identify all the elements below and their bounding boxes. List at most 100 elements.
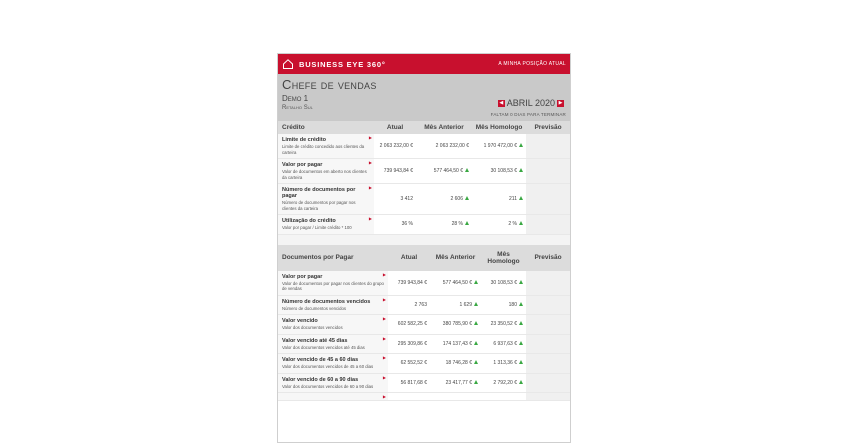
value-mes-anterior: 577 464,50 € — [433, 168, 463, 174]
table-row[interactable]: ▶ Valor vencido até 45 dias Valor dos docu… — [278, 334, 570, 354]
kpi-name: Valor por pagar — [282, 273, 323, 280]
value-mes-homologo: 2 792,20 € — [493, 379, 517, 386]
my-position-link[interactable]: A MINHA POSIÇÃO ATUAL — [498, 61, 566, 67]
value-mes-homologo-cell: 2 % — [472, 214, 526, 235]
trend-up-icon — [519, 379, 523, 384]
kpi-description: Número de documentos vencidos — [282, 305, 347, 311]
trend-up-icon — [465, 168, 469, 172]
kpi-label-cell: ▶ — [278, 392, 388, 401]
trend-up-icon — [474, 321, 478, 326]
table-row[interactable]: ▶ Valor vencido de 60 a 90 dias Valor dos … — [278, 373, 570, 393]
value-previsao — [526, 295, 570, 315]
table-row[interactable]: ▶ Número de documentos por pagar Número de… — [278, 183, 570, 215]
value-atual: 2 063 232,00 € — [374, 134, 416, 159]
table-row[interactable]: ▶ Utilização do crédito Valor por pagar / … — [278, 214, 570, 235]
table-row[interactable]: ▶ Valor vencido Valor dos documentos venci… — [278, 314, 570, 335]
value-atual: 2 763 — [388, 295, 430, 315]
chevron-right-icon[interactable]: ▶ — [557, 99, 564, 107]
trend-up-icon — [474, 360, 478, 365]
kpi-label-cell: ▶ Valor vencido Valor dos documentos venci… — [278, 314, 388, 335]
page-header: Chefe de vendas Demo 1 Retalho Sul ◀ ABR… — [278, 74, 570, 121]
expand-marker-icon[interactable]: ▶ — [369, 185, 372, 190]
table-row[interactable]: ▶ Valor vencido de 45 a 60 dias Valor dos … — [278, 353, 570, 374]
expand-marker-icon[interactable]: ▶ — [383, 316, 386, 321]
value-mes-anterior-cell: 577 464,50 € — [430, 270, 481, 296]
value-mes-anterior-cell: 28 % — [416, 214, 472, 235]
value-previsao — [526, 334, 570, 354]
value-previsao — [526, 214, 570, 235]
value-mes-anterior-cell — [430, 392, 481, 401]
value-mes-homologo-cell: 23 350,52 € — [481, 314, 526, 335]
trend-up-icon — [465, 196, 469, 200]
chevron-left-icon[interactable]: ◀ — [497, 99, 505, 107]
col-mes-homologo: Mês Homologo — [481, 244, 526, 271]
kpi-label-cell: ▶ Utilização do crédito Valor por pagar / … — [278, 214, 374, 235]
value-mes-homologo: 30 108,53 € — [490, 168, 517, 174]
value-mes-anterior-cell: 2 606 — [416, 183, 472, 215]
value-mes-homologo: 1 313,36 € — [493, 360, 517, 367]
table-row[interactable]: ▶ Valor por pagar Valor de documentos em a… — [278, 158, 570, 184]
value-previsao — [526, 183, 570, 215]
expand-marker-icon[interactable]: ▶ — [369, 135, 372, 140]
value-atual: 56 817,68 € — [388, 373, 430, 393]
value-mes-anterior-cell: 577 464,50 € — [416, 158, 472, 184]
value-mes-anterior: 1 629 — [459, 301, 472, 308]
value-mes-anterior-cell: 18 746,28 € — [430, 353, 481, 374]
trend-up-icon — [519, 301, 523, 306]
value-previsao — [526, 314, 570, 335]
value-previsao — [526, 353, 570, 374]
table-row[interactable]: ▶ Limite de crédito Limite de crédito conc… — [278, 134, 570, 159]
month-selector: ◀ ABRIL 2020 ▶ — [496, 98, 566, 108]
value-mes-homologo-cell: 6 937,63 € — [481, 334, 526, 354]
value-mes-homologo-cell — [481, 392, 526, 401]
kpi-name: Número de documentos por pagar — [282, 187, 356, 199]
value-atual: 295 309,86 € — [388, 334, 430, 354]
value-mes-homologo: 1 970 472,00 € — [483, 143, 517, 149]
expand-marker-icon[interactable]: ▶ — [369, 160, 372, 165]
kpi-name: Valor vencido até 45 dias — [282, 337, 348, 344]
page-title: Chefe de vendas — [282, 77, 377, 92]
expand-marker-icon[interactable]: ▶ — [383, 375, 386, 380]
col-atual: Atual — [388, 244, 430, 271]
value-mes-anterior: 2 063 232,00 € — [435, 143, 469, 149]
value-mes-anterior-cell: 380 785,90 € — [430, 314, 481, 335]
trend-up-icon — [474, 340, 478, 345]
expand-marker-icon[interactable]: ▶ — [383, 355, 386, 360]
expand-marker-icon[interactable]: ▶ — [369, 216, 372, 221]
value-atual: 739 943,84 € — [374, 158, 416, 184]
value-atual: 739 943,84 € — [388, 270, 430, 296]
expand-marker-icon[interactable]: ▶ — [383, 272, 386, 277]
trend-up-icon — [519, 321, 523, 326]
col-previsao: Previsão — [526, 244, 570, 271]
kpi-name: Valor por pagar — [282, 162, 323, 168]
trend-up-icon — [519, 360, 523, 365]
value-mes-homologo: 2 % — [508, 221, 517, 228]
kpi-description: Valor dos documentos vencidos de 60 a 90… — [282, 383, 374, 389]
top-bar: BUSINESS EYE 360° A MINHA POSIÇÃO ATUAL — [278, 54, 570, 74]
col-mes-homologo: Mês Homologo — [472, 121, 526, 134]
expand-marker-icon[interactable]: ▶ — [383, 297, 386, 302]
expand-marker-icon[interactable]: ▶ — [383, 394, 386, 399]
value-atual: 3 412 — [374, 183, 416, 215]
table-row[interactable]: ▶ Número de documentos vencidos Número de … — [278, 295, 570, 315]
col-credito: Crédito — [278, 121, 374, 134]
value-mes-homologo: 23 350,52 € — [490, 321, 517, 328]
home-icon[interactable] — [282, 58, 294, 70]
table-row[interactable]: ▶ — [278, 392, 570, 401]
value-mes-homologo-cell: 180 — [481, 295, 526, 315]
kpi-description: Limite de crédito concedido aos clientes… — [282, 144, 365, 155]
expand-marker-icon[interactable]: ▶ — [383, 336, 386, 341]
value-mes-homologo-cell: 30 108,53 € — [481, 270, 526, 296]
days-remaining: FALTAM 0 DIAS PARA TERMINAR — [490, 112, 566, 117]
col-documentos: Documentos por Pagar — [278, 244, 388, 271]
value-atual — [388, 392, 430, 401]
docs-table-header: Documentos por Pagar Atual Mês Anterior … — [278, 244, 570, 271]
trend-up-icon — [519, 196, 523, 200]
col-mes-anterior: Mês Anterior — [430, 244, 481, 271]
table-row[interactable]: ▶ Valor por pagar Valor de documentos por … — [278, 270, 570, 296]
value-mes-anterior: 174 137,43 € — [442, 340, 472, 347]
value-previsao — [526, 373, 570, 393]
kpi-name: Valor vencido — [282, 318, 318, 324]
value-atual: 62 552,52 € — [388, 353, 430, 374]
kpi-name: Valor vencido de 60 a 90 dias — [282, 376, 359, 383]
